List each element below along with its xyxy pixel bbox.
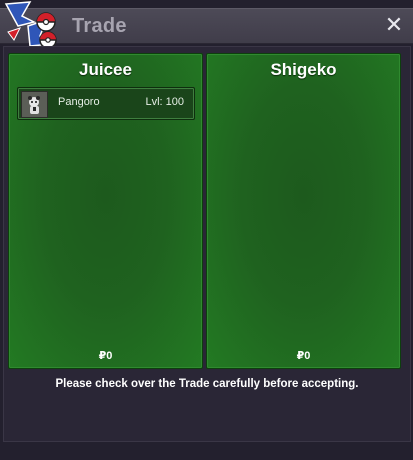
- my-money-offer: ₽0: [98, 350, 113, 362]
- trade-item-slot[interactable]: Pangoro Lvl: 100: [17, 87, 195, 120]
- partner-offer-panel: Shigeko ₽0: [206, 53, 401, 369]
- my-offer-panel[interactable]: Juicee Pangoro Lvl: 100 ₽0: [8, 53, 203, 369]
- close-button[interactable]: ✕: [383, 14, 405, 36]
- partner-money-offer: ₽0: [296, 350, 311, 362]
- pokeball-wing-logo-icon: [4, 1, 57, 49]
- trade-window: Trade ✕ Juicee Pangoro Lvl: 100 ₽0 Shige…: [0, 0, 413, 460]
- trade-content: Juicee Pangoro Lvl: 100 ₽0 Shigeko ₽0 Pl…: [3, 46, 411, 442]
- pokemon-level: Lvl: 100: [145, 96, 184, 108]
- window-title: Trade: [72, 15, 127, 37]
- partner-player-name: Shigeko: [270, 60, 337, 79]
- trade-notice: Please check over the Trade carefully be…: [55, 378, 359, 390]
- pokemon-name: Pangoro: [58, 96, 100, 108]
- close-icon: ✕: [384, 12, 404, 37]
- my-player-name: Juicee: [79, 60, 132, 79]
- pangoro-icon: [21, 91, 48, 118]
